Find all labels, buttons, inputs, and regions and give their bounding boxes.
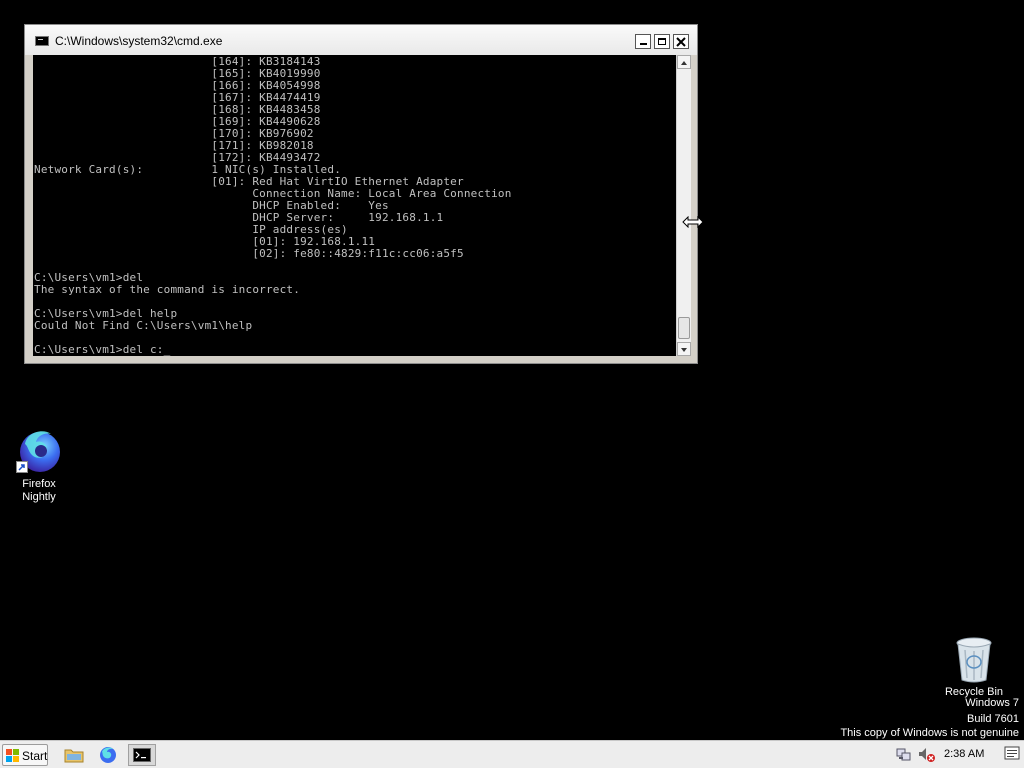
window-titlebar[interactable]: C:\Windows\system32\cmd.exe — [25, 25, 697, 55]
start-button[interactable]: Start — [2, 744, 48, 766]
taskbar[interactable]: Start 2:38 AM — [0, 740, 1024, 768]
shortcut-arrow-icon — [16, 461, 28, 473]
cmd-window[interactable]: C:\Windows\system32\cmd.exe [164]: KB318… — [24, 24, 698, 364]
maximize-button[interactable] — [654, 34, 670, 49]
console-line: The syntax of the command is incorrect. — [34, 283, 301, 296]
desktop-icon-firefox-nightly[interactable]: Firefox Nightly — [3, 426, 75, 504]
firefox-label-line2: Nightly — [22, 491, 56, 503]
taskbar-explorer-button[interactable] — [60, 744, 88, 766]
console-cursor: _ — [163, 343, 171, 356]
taskbar-cmd-button[interactable] — [128, 744, 156, 766]
close-icon — [676, 37, 686, 47]
console-line: Could Not Find C:\Users\vm1\help — [34, 319, 253, 332]
minimize-button[interactable] — [635, 34, 651, 49]
scrollbar-thumb[interactable] — [678, 317, 690, 339]
horizontal-resize-cursor-icon — [682, 216, 704, 228]
scroll-up-button[interactable] — [677, 55, 691, 69]
volume-muted-tray-icon[interactable] — [918, 747, 936, 763]
watermark-build: Build 7601 — [967, 713, 1019, 725]
window-title: C:\Windows\system32\cmd.exe — [55, 34, 223, 48]
cmd-icon — [35, 36, 49, 46]
scroll-up-icon — [681, 61, 687, 65]
folder-icon — [64, 749, 84, 763]
taskbar-firefox-button[interactable] — [94, 744, 122, 766]
cmd-icon — [133, 748, 151, 762]
desktop-icon-recycle-bin[interactable]: Recycle Bin — [938, 636, 1010, 699]
show-desktop-icon[interactable] — [1004, 745, 1020, 763]
recycle-bin-icon — [956, 637, 992, 683]
scroll-down-button[interactable] — [677, 342, 691, 356]
watermark-windows-version: Windows 7 — [965, 697, 1019, 709]
taskbar-clock[interactable]: 2:38 AM — [944, 748, 984, 760]
windows-flag-icon — [6, 749, 19, 762]
firefox-label-line1: Firefox — [22, 478, 56, 490]
close-button[interactable] — [673, 34, 689, 49]
console-output[interactable]: [164]: KB3184143 [165]: KB4019990 [166]:… — [33, 55, 676, 356]
watermark-not-genuine: This copy of Windows is not genuine — [840, 727, 1019, 739]
start-label: Start — [22, 749, 48, 763]
console-line: C:\Users\vm1>del c:_ — [34, 343, 171, 356]
scroll-down-icon — [681, 348, 687, 352]
vertical-scrollbar[interactable] — [676, 55, 691, 356]
network-tray-icon[interactable] — [896, 747, 912, 763]
firefox-icon — [100, 747, 116, 763]
console-line: [02]: fe80::4829:f11c:cc06:a5f5 — [34, 247, 464, 260]
